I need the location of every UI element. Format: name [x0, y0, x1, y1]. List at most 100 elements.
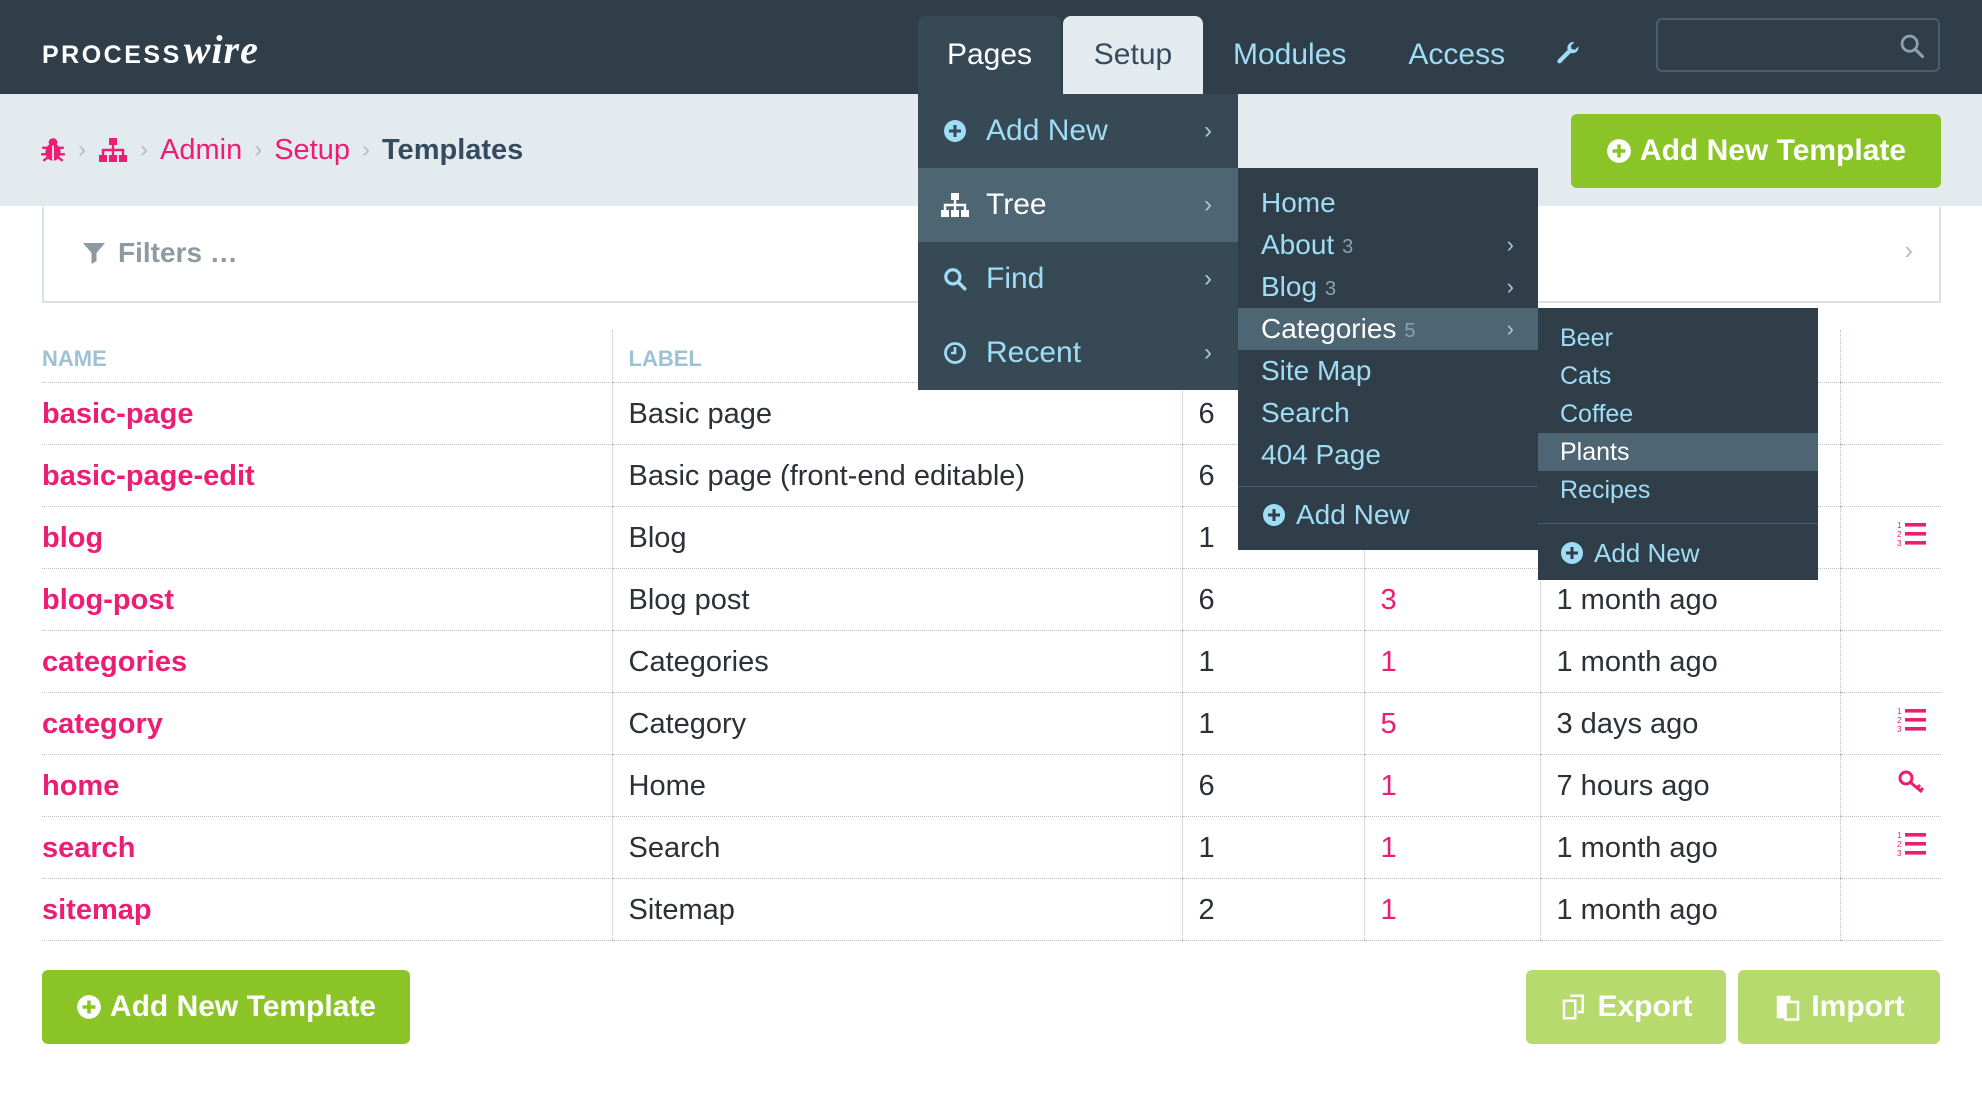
template-label: Blog post: [611, 568, 1182, 631]
breadcrumb-setup[interactable]: Setup: [274, 134, 350, 167]
tree-item-label: Search: [1261, 397, 1350, 428]
template-label: Sitemap: [611, 878, 1182, 941]
nav-access[interactable]: Access: [1377, 16, 1536, 94]
template-pages[interactable]: 5: [1363, 692, 1540, 755]
template-name[interactable]: blog-post: [42, 568, 612, 631]
template-name[interactable]: blog: [42, 506, 612, 569]
template-label: Basic page: [611, 382, 1182, 445]
template-fields: 2: [1181, 878, 1364, 941]
tree-add-new[interactable]: Add New: [1238, 487, 1538, 543]
category-item-beer[interactable]: Beer: [1538, 319, 1818, 357]
add-new-template-button-bottom[interactable]: Add New Template: [42, 970, 410, 1044]
template-flags: [1839, 754, 1941, 817]
table-row: categories Categories 1 1 1 month ago: [42, 630, 1941, 693]
template-label: Blog: [611, 506, 1182, 569]
template-name[interactable]: sitemap: [42, 878, 612, 941]
import-button[interactable]: Import: [1738, 970, 1940, 1044]
nav-pages[interactable]: Pages: [918, 16, 1061, 94]
menu-item-label: Tree: [986, 188, 1047, 221]
table-row: search Search 1 1 1 month ago 1 2 3: [42, 816, 1941, 879]
add-new-template-label: Add New Template: [109, 990, 377, 1023]
list-ol-icon: 123: [1897, 521, 1927, 555]
chevron-right-icon: ›: [1904, 235, 1913, 265]
logo-text-main: PROCESS: [42, 41, 182, 69]
nav-modules[interactable]: Modules: [1203, 16, 1377, 94]
column-flags: [1839, 330, 1941, 383]
breadcrumb-current: Templates: [382, 133, 524, 166]
template-modified: 1 month ago: [1539, 630, 1840, 693]
tree-item-404[interactable]: 404 Page: [1238, 434, 1538, 476]
breadcrumb-separator: ›: [254, 136, 263, 163]
tree-item-site-map[interactable]: Site Map: [1238, 350, 1538, 392]
chevron-right-icon: ›: [1506, 316, 1514, 341]
copy-icon: [1559, 992, 1589, 1022]
svg-text:1: 1: [1897, 707, 1902, 716]
breadcrumb-separator: ›: [78, 136, 86, 163]
wrench-icon[interactable]: [1536, 16, 1600, 94]
key-icon: [1897, 770, 1927, 803]
template-name[interactable]: category: [42, 692, 612, 755]
add-new-template-button[interactable]: Add New Template: [1571, 114, 1941, 188]
tree-item-label: Categories: [1261, 313, 1397, 344]
tree-item-search[interactable]: Search: [1238, 392, 1538, 434]
svg-text:2: 2: [1897, 530, 1902, 539]
tree-item-about[interactable]: About 3 ›: [1238, 224, 1538, 266]
menu-item-find[interactable]: Find ›: [918, 242, 1238, 316]
svg-text:3: 3: [1897, 849, 1902, 858]
column-name[interactable]: NAME: [42, 330, 612, 383]
chevron-right-icon: ›: [1204, 265, 1212, 292]
template-flags: 123: [1839, 506, 1941, 569]
category-item-coffee[interactable]: Coffee: [1538, 395, 1818, 433]
tree-item-blog[interactable]: Blog 3 ›: [1238, 266, 1538, 308]
template-name[interactable]: basic-page-edit: [42, 444, 612, 507]
tree-item-label: Blog: [1261, 271, 1318, 302]
template-pages[interactable]: 1: [1363, 816, 1540, 879]
category-item-recipes[interactable]: Recipes: [1538, 471, 1818, 509]
category-item-cats[interactable]: Cats: [1538, 357, 1818, 395]
breadcrumb: › › Admin › Setup › Templates: [40, 129, 523, 171]
template-flags: [1839, 444, 1941, 507]
nav-setup[interactable]: Setup: [1063, 16, 1203, 94]
template-flags: [1839, 568, 1941, 631]
sitemap-icon[interactable]: [98, 137, 128, 163]
categories-add-new[interactable]: Add New: [1538, 524, 1818, 582]
sitemap-icon: [940, 192, 970, 218]
plus-circle-icon: [1606, 138, 1632, 164]
tree-item-count: 3: [1342, 235, 1354, 258]
category-item-plants[interactable]: Plants: [1538, 433, 1818, 471]
template-pages[interactable]: 1: [1363, 754, 1540, 817]
pages-menu: Add New › Tree › Find › Recent ›: [918, 94, 1238, 390]
tree-menu: Home About 3 › Blog 3 › Categories 5 › S…: [1238, 168, 1538, 550]
template-modified: 7 hours ago: [1539, 754, 1840, 817]
menu-item-recent[interactable]: Recent ›: [918, 316, 1238, 390]
chevron-right-icon: ›: [1506, 274, 1514, 299]
search-icon[interactable]: [1898, 32, 1926, 65]
tree-item-categories[interactable]: Categories 5 ›: [1238, 308, 1538, 350]
processwire-logo[interactable]: PROCESS wire: [42, 26, 259, 72]
chevron-right-icon: ›: [1204, 339, 1212, 366]
search-input[interactable]: [1656, 18, 1940, 72]
template-name[interactable]: home: [42, 754, 612, 817]
bug-icon[interactable]: [40, 136, 66, 164]
template-label: Category: [611, 692, 1182, 755]
template-fields: 1: [1181, 816, 1364, 879]
tree-item-label: 404 Page: [1261, 439, 1381, 470]
template-name[interactable]: search: [42, 816, 612, 879]
template-pages[interactable]: 1: [1363, 630, 1540, 693]
list-ol-icon: 123: [1897, 831, 1927, 865]
export-button[interactable]: Export: [1526, 970, 1726, 1044]
template-label: Home: [611, 754, 1182, 817]
tree-item-label: About: [1261, 229, 1335, 260]
template-flags: [1839, 878, 1941, 941]
export-label: Export: [1597, 990, 1693, 1023]
breadcrumb-admin[interactable]: Admin: [160, 134, 242, 167]
template-pages[interactable]: 1: [1363, 878, 1540, 941]
template-name[interactable]: categories: [42, 630, 612, 693]
tree-item-label: Site Map: [1261, 355, 1372, 386]
template-pages[interactable]: 3: [1363, 568, 1540, 631]
menu-item-tree[interactable]: Tree ›: [918, 168, 1238, 242]
tree-item-home[interactable]: Home: [1238, 182, 1538, 224]
filters-toggle[interactable]: Filters …: [82, 237, 238, 269]
template-name[interactable]: basic-page: [42, 382, 612, 445]
menu-item-add-new[interactable]: Add New ›: [918, 94, 1238, 168]
